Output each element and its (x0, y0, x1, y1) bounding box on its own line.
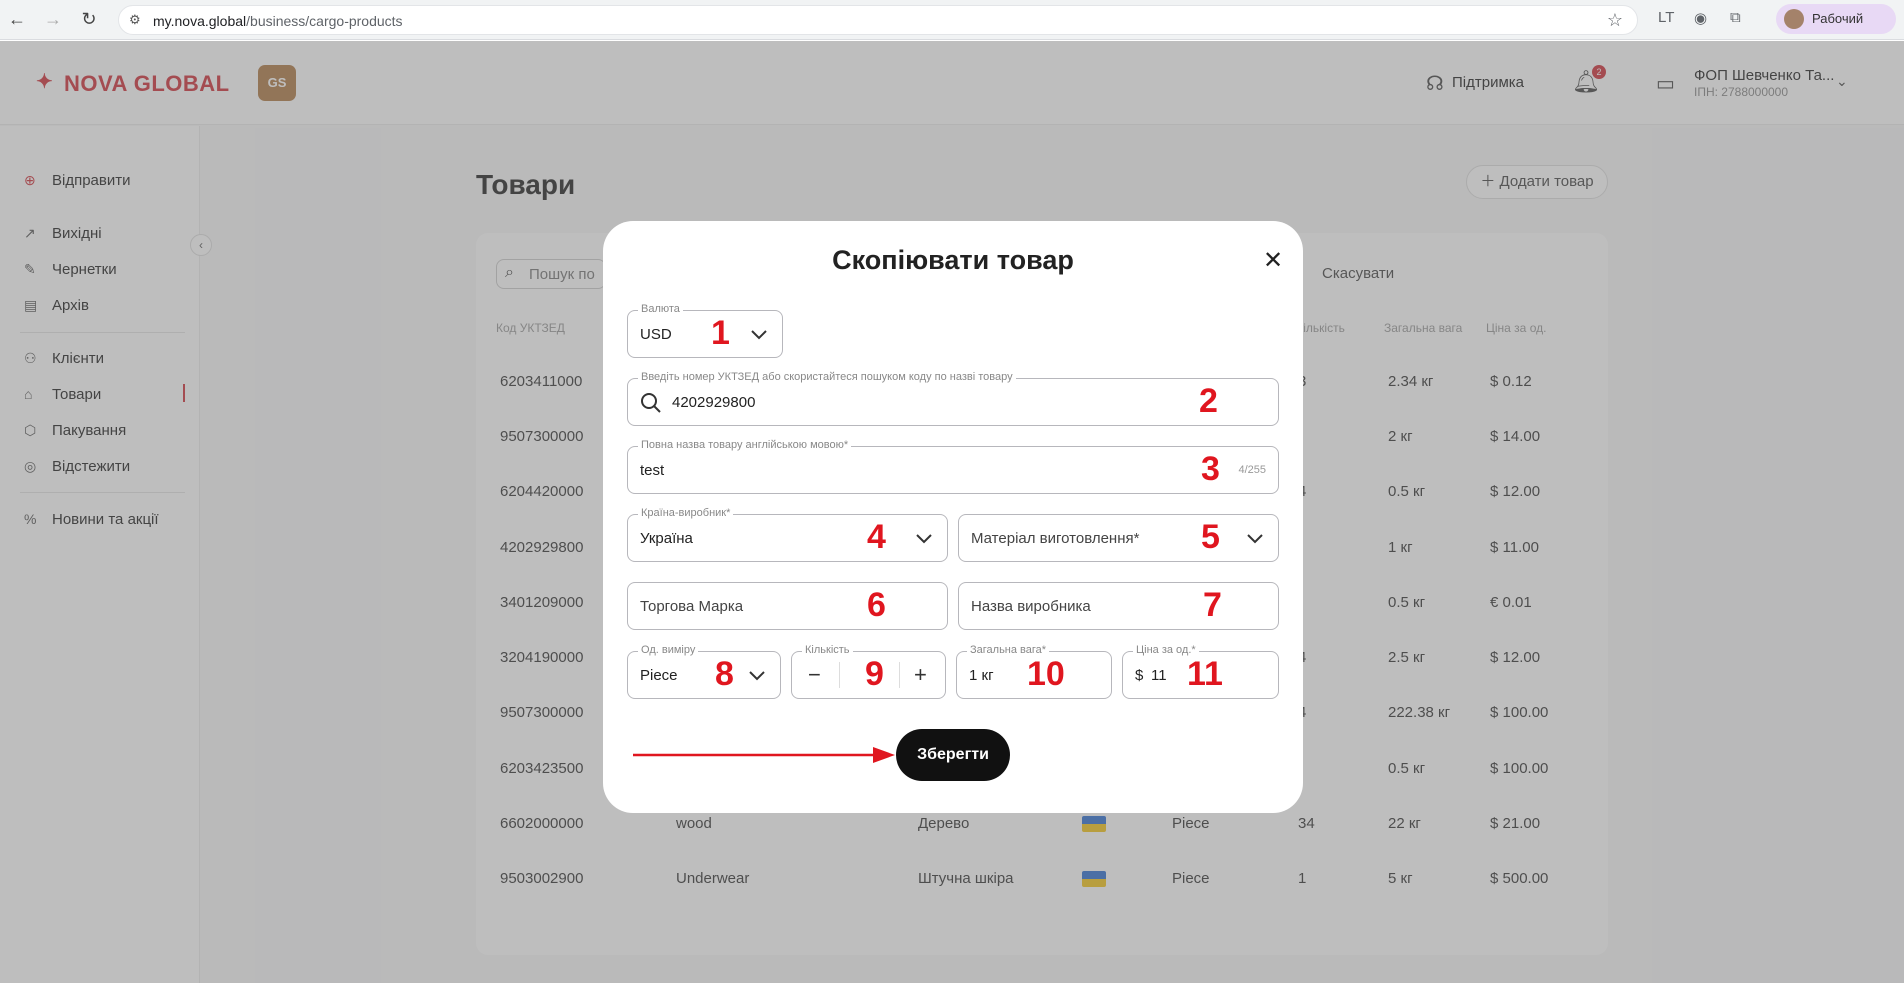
code-value: 4202929800 (672, 394, 756, 411)
brand-placeholder: Торгова Марка (640, 598, 744, 615)
minus-button[interactable]: − (808, 663, 821, 687)
stepper-divider (839, 662, 840, 688)
currency-select[interactable]: Валюта USD (627, 303, 783, 358)
browser-toolbar: ← → ↻ ⚙ my.nova.global/business/cargo-pr… (0, 0, 1904, 40)
annotation-number: 10 (1027, 655, 1065, 693)
back-icon[interactable]: ← (6, 8, 28, 30)
camera-icon[interactable]: ◉ (1694, 9, 1707, 27)
address-bar[interactable]: ⚙ my.nova.global/business/cargo-products… (118, 5, 1638, 35)
manufacturer-placeholder: Назва виробника (971, 598, 1091, 615)
annotation-number: 11 (1187, 655, 1223, 693)
annotation-number: 4 (867, 518, 886, 556)
product-name-label: Повна назва товару англійською мовою* (638, 439, 852, 451)
product-name-input[interactable]: Повна назва товару англійською мовою* te… (627, 439, 1279, 494)
country-value: Україна (640, 530, 693, 547)
annotation-number: 8 (715, 655, 734, 693)
country-label: Країна-виробник* (638, 507, 734, 519)
copy-product-modal: Скопіювати товар ✕ Валюта USD 1 Введіть … (603, 221, 1303, 813)
unit-value: Piece (640, 667, 678, 684)
quantity-label: Кількість (802, 644, 853, 656)
annotation-number: 3 (1201, 450, 1220, 488)
annotation-number: 2 (1199, 382, 1218, 420)
unit-select[interactable]: Од. виміру Piece (627, 644, 781, 699)
currency-label: Валюта (638, 303, 683, 315)
chevron-down-icon (1247, 534, 1263, 544)
avatar (1784, 9, 1804, 29)
url-path: /business/cargo-products (246, 13, 403, 29)
price-value: 11 (1151, 667, 1167, 684)
bookmark-star-icon[interactable]: ☆ (1607, 10, 1623, 31)
extensions-puzzle-icon[interactable]: ⧉ (1730, 9, 1741, 26)
brand-input[interactable]: Торгова Марка (627, 582, 948, 630)
url-text: my.nova.global/business/cargo-products (153, 13, 403, 29)
material-placeholder: Матеріал виготовлення* (971, 530, 1140, 547)
product-name-value: test (640, 462, 665, 479)
weight-value: 1 кг (969, 667, 994, 684)
country-select[interactable]: Країна-виробник* Україна (627, 507, 948, 562)
price-currency-symbol: $ (1135, 667, 1144, 684)
material-select[interactable]: Матеріал виготовлення* (958, 514, 1279, 562)
unit-label: Од. виміру (638, 644, 699, 656)
reload-icon[interactable]: ↻ (78, 8, 100, 30)
profile-name: Рабочий (1812, 11, 1864, 26)
save-button[interactable]: Зберегти (896, 729, 1010, 781)
char-counter: 4/255 (1238, 464, 1266, 476)
close-icon[interactable]: ✕ (1263, 249, 1283, 273)
site-settings-icon[interactable]: ⚙ (129, 12, 141, 28)
profile-chip[interactable]: Рабочий (1776, 4, 1896, 34)
url-host: my.nova.global (153, 13, 247, 29)
code-label: Введіть номер УКТЗЕД або скористайтеся п… (638, 371, 1016, 383)
forward-icon[interactable]: → (42, 8, 64, 30)
search-icon (641, 393, 661, 413)
annotation-number: 1 (711, 314, 730, 352)
currency-value: USD (640, 326, 672, 343)
annotation-number: 5 (1201, 518, 1220, 556)
manufacturer-input[interactable]: Назва виробника (958, 582, 1279, 630)
annotation-number: 7 (1203, 586, 1222, 624)
annotation-number: 6 (867, 586, 886, 624)
annotation-number: 9 (865, 655, 884, 693)
chevron-down-icon (916, 534, 932, 544)
extension-lt-icon[interactable]: LT (1658, 9, 1674, 26)
plus-button[interactable]: + (914, 663, 927, 687)
chevron-down-icon (749, 671, 765, 681)
code-search-input[interactable]: Введіть номер УКТЗЕД або скористайтеся п… (627, 371, 1279, 426)
modal-title: Скопіювати товар (832, 245, 1074, 275)
chevron-down-icon (751, 330, 767, 340)
annotation-arrow (633, 747, 895, 763)
stepper-divider (899, 662, 900, 688)
